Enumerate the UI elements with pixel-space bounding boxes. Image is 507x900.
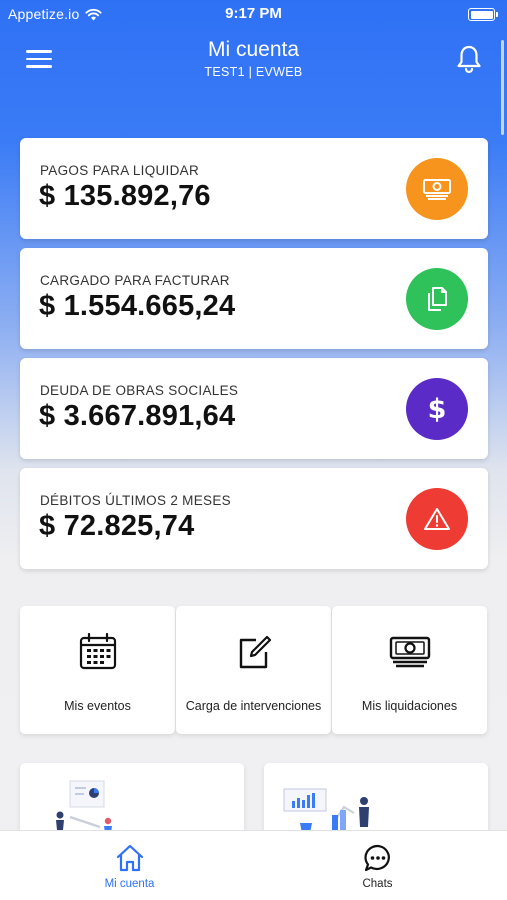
dollar-icon: $ <box>406 378 468 440</box>
battery-icon <box>468 8 498 21</box>
chat-icon <box>251 843 504 873</box>
card-value: $ 135.892,76 <box>39 180 211 212</box>
shortcut-label: Carga de intervenciones <box>185 699 322 713</box>
card-deuda-obras-sociales[interactable]: DEUDA DE OBRAS SOCIALES $ 3.667.891,64 $ <box>20 358 488 459</box>
card-label: CARGADO PARA FACTURAR <box>40 273 230 288</box>
shortcut-carga-intervenciones[interactable]: Carga de intervenciones <box>176 606 331 734</box>
notifications-button[interactable] <box>455 44 483 74</box>
page-subtitle: TEST1 | EVWEB <box>204 65 303 79</box>
page-title: Mi cuenta <box>207 38 300 61</box>
cash-icon <box>406 158 468 220</box>
status-time: 9:17 PM <box>225 5 282 22</box>
warning-icon <box>406 488 468 550</box>
card-cargado-para-facturar[interactable]: CARGADO PARA FACTURAR $ 1.554.665,24 <box>20 248 488 349</box>
card-pagos-para-liquidar[interactable]: PAGOS PARA LIQUIDAR $ 135.892,76 <box>20 138 488 239</box>
tab-bar: Mi cuenta Chats <box>0 830 507 900</box>
title-block: Mi cuenta TEST1 | EVWEB <box>0 38 507 79</box>
card-label: PAGOS PARA LIQUIDAR <box>40 163 199 178</box>
documents-icon <box>406 268 468 330</box>
card-value: $ 1.554.665,24 <box>39 290 236 322</box>
cash-icon <box>332 632 487 672</box>
card-value: $ 72.825,74 <box>39 510 195 542</box>
calendar-icon <box>20 632 175 672</box>
shortcut-label: Mis eventos <box>64 699 131 713</box>
tab-mi-cuenta[interactable]: Mi cuenta <box>3 831 256 900</box>
card-debitos-ultimos-meses[interactable]: DÉBITOS ÚLTIMOS 2 MESES $ 72.825,74 <box>20 468 488 569</box>
tab-chats[interactable]: Chats <box>251 831 504 900</box>
shortcut-mis-eventos[interactable]: Mis eventos <box>20 606 175 734</box>
shortcut-mis-liquidaciones[interactable]: Mis liquidaciones <box>332 606 487 734</box>
edit-icon <box>176 632 331 672</box>
card-label: DÉBITOS ÚLTIMOS 2 MESES <box>40 493 231 508</box>
tab-label: Chats <box>362 878 393 890</box>
app-screen: Appetize.io 9:17 PM Mi cuenta TEST1 | EV… <box>0 0 507 900</box>
app-header: Mi cuenta TEST1 | EVWEB <box>0 36 507 96</box>
card-value: $ 3.667.891,64 <box>39 400 236 432</box>
card-label: DEUDA DE OBRAS SOCIALES <box>40 383 239 398</box>
home-icon <box>3 843 256 873</box>
scroll-indicator[interactable] <box>501 40 504 135</box>
bell-icon <box>457 45 481 74</box>
shortcut-label: Mis liquidaciones <box>361 699 458 713</box>
status-bar: Appetize.io 9:17 PM <box>0 0 507 30</box>
tab-label: Mi cuenta <box>104 878 155 890</box>
